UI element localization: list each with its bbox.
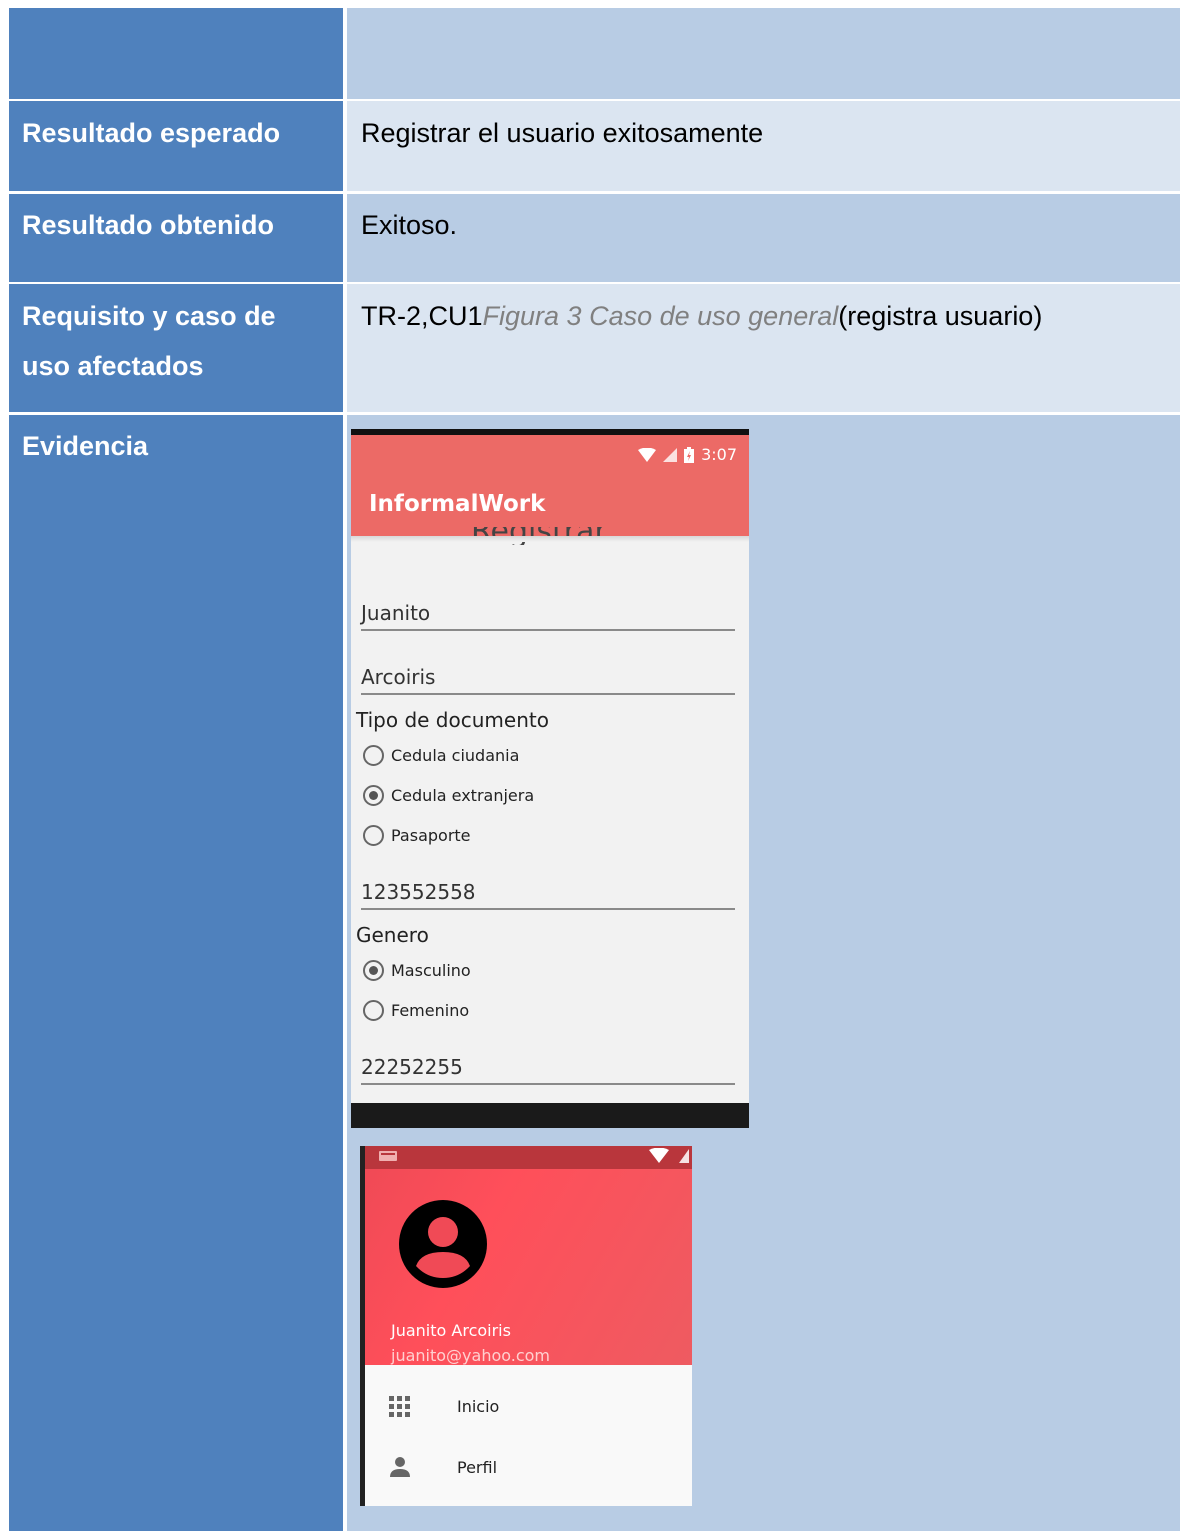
radio-circle (363, 999, 384, 1021)
phone-number-value: 22252255 (361, 1055, 463, 1079)
wifi-icon (638, 448, 657, 462)
radio-label: Femenino (391, 1000, 470, 1020)
requirement-label-line2: uso afectados (22, 351, 204, 381)
obtained-result-label-cell: Resultado obtenido (9, 194, 343, 282)
menu-item-label: Perfil (457, 1458, 498, 1477)
radio-label: Cedula ciudania (391, 745, 520, 765)
registration-screenshot: 3:07 InformalWork Registrar Juanito Arco… (351, 429, 749, 1128)
app-bar: 3:07 InformalWork (351, 435, 749, 536)
header-value-cell (347, 8, 1180, 99)
figure-reference-link[interactable]: Figura 3 Caso de uso general (483, 301, 839, 331)
header-label-cell (9, 8, 343, 99)
radio-label: Cedula extranjera (391, 785, 535, 805)
signal-icon (663, 448, 678, 462)
radio-label: Masculino (391, 960, 471, 980)
status-time: 3:07 (701, 445, 737, 464)
radio-circle (363, 744, 384, 766)
doc-number-field[interactable]: 123552558 (361, 876, 735, 910)
doc-type-label: Tipo de documento (356, 708, 549, 732)
expected-result-value-cell: Registrar el usuario exitosamente (347, 101, 1180, 191)
status-bar (365, 1146, 692, 1169)
radio-femenino[interactable]: Femenino (363, 997, 469, 1023)
drawer-header: Juanito Arcoiris juanito@yahoo.com (365, 1169, 692, 1365)
radio-masculino[interactable]: Masculino (363, 957, 471, 983)
signal-icon (679, 1149, 689, 1163)
requirement-label-cell: Requisito y caso de uso afectados (9, 284, 343, 412)
drawer-user-email: juanito@yahoo.com (391, 1346, 551, 1365)
requirement-row: Requisito y caso de uso afectados TR-2,C… (9, 284, 1180, 412)
last-name-value: Arcoiris (361, 665, 436, 689)
evidence-label-cell: Evidencia (9, 415, 343, 1531)
first-name-value: Juanito (361, 601, 431, 625)
keyboard-icon (379, 1151, 397, 1161)
gender-label: Genero (356, 923, 429, 947)
radio-pasaporte[interactable]: Pasaporte (363, 822, 471, 848)
battery-icon (684, 447, 695, 463)
menu-item-label: Inicio (457, 1397, 500, 1416)
drawer-user-name: Juanito Arcoiris (391, 1321, 511, 1340)
requirement-code: TR-2,CU1 (361, 301, 483, 331)
drawer-screenshot: Juanito Arcoiris juanito@yahoo.com Inici… (360, 1146, 692, 1506)
radio-label: Pasaporte (391, 825, 471, 845)
navigation-bar (351, 1103, 749, 1128)
first-name-field[interactable]: Juanito (361, 597, 735, 631)
app-bar-shadow (351, 536, 749, 542)
expected-result-label: Resultado esperado (22, 118, 281, 148)
obtained-result-value: Exitoso. (361, 210, 458, 240)
last-name-field[interactable]: Arcoiris (361, 661, 735, 695)
expected-result-row: Resultado esperado Registrar el usuario … (9, 101, 1180, 191)
requirement-value: TR-2,CU1Figura 3 Caso de uso general(reg… (361, 291, 1042, 341)
doc-number-value: 123552558 (361, 880, 476, 904)
requirement-description: (registra usuario) (838, 301, 1043, 331)
obtained-result-label: Resultado obtenido (22, 210, 274, 240)
header-row (9, 8, 1180, 99)
radio-circle (363, 824, 384, 846)
radio-circle-selected (363, 784, 384, 806)
evidence-label: Evidencia (22, 431, 149, 461)
phone-number-field[interactable]: 22252255 (361, 1051, 735, 1085)
expected-result-label-cell: Resultado esperado (9, 101, 343, 191)
radio-circle-selected (363, 959, 384, 981)
app-title: InformalWork (369, 491, 546, 517)
person-icon (390, 1457, 410, 1477)
grid-icon (389, 1396, 410, 1417)
wifi-icon (649, 1148, 669, 1163)
status-bar: 3:07 (638, 445, 737, 465)
requirement-label-line1: Requisito y caso de (22, 301, 276, 331)
obtained-result-row: Resultado obtenido Exitoso. (9, 194, 1180, 282)
radio-cedula-extranjera[interactable]: Cedula extranjera (363, 782, 534, 808)
requirement-value-cell: TR-2,CU1Figura 3 Caso de uso general(reg… (347, 284, 1180, 412)
radio-cedula-ciudadania[interactable]: Cedula ciudania (363, 742, 519, 768)
avatar-icon (399, 1200, 487, 1288)
expected-result-value: Registrar el usuario exitosamente (361, 118, 764, 148)
menu-item-perfil[interactable]: Perfil (365, 1448, 692, 1488)
obtained-result-value-cell: Exitoso. (347, 194, 1180, 282)
menu-item-inicio[interactable]: Inicio (365, 1387, 692, 1427)
